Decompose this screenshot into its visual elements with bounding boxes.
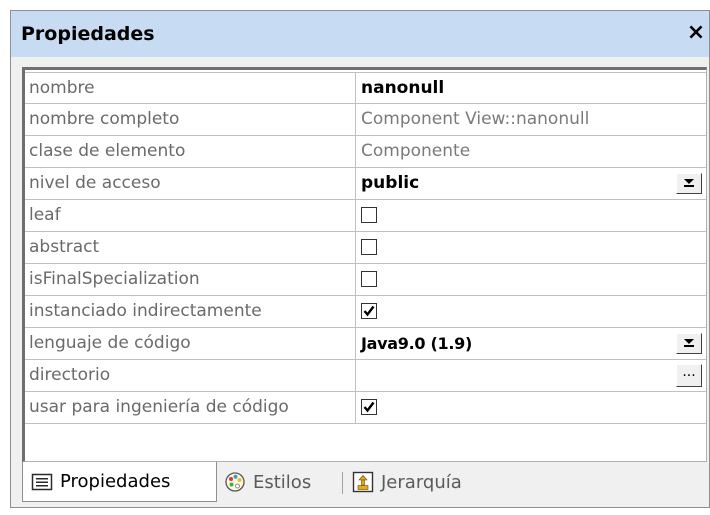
property-value-clase-de-elemento: Componente — [361, 141, 471, 161]
property-value-nombre-completo: Component View::nanonull — [361, 109, 590, 129]
code-language-dropdown-button[interactable] — [676, 333, 702, 354]
properties-window: Propiedades × nombre nanonull nombre com… — [10, 10, 710, 508]
property-row-instanciado-indirectamente: instanciado indirectamente — [25, 296, 706, 328]
property-value-isfinalspecialization — [356, 264, 706, 295]
access-level-select[interactable]: public — [356, 168, 706, 199]
property-label: isFinalSpecialization — [25, 264, 356, 295]
property-row-nombre-completo: nombre completo Component View::nanonull — [25, 104, 706, 136]
tab-estilos[interactable]: Estilos — [224, 462, 311, 502]
access-level-dropdown-button[interactable] — [676, 173, 702, 194]
property-row-nivel-de-acceso: nivel de acceso public — [25, 168, 706, 200]
list-icon — [31, 471, 53, 493]
isfinalspecialization-checkbox[interactable] — [361, 271, 377, 287]
property-label: instanciado indirectamente — [25, 296, 356, 327]
bottom-tab-bar: Propiedades Estilos Jerarquía — [22, 462, 707, 506]
property-row-leaf: leaf — [25, 200, 706, 232]
property-label: nombre — [25, 73, 356, 103]
tab-label: Jerarquía — [381, 471, 462, 493]
property-label: lenguaje de código — [25, 328, 356, 359]
property-row-usar-para-ingenieria: usar para ingeniería de código — [25, 392, 706, 424]
hierarchy-icon — [352, 471, 374, 493]
leaf-checkbox[interactable] — [361, 207, 377, 223]
property-value-leaf — [356, 200, 706, 231]
code-language-select[interactable]: Java9.0 (1.9) — [356, 328, 706, 359]
checkmark-icon — [363, 401, 375, 413]
property-label: abstract — [25, 232, 356, 263]
abstract-checkbox[interactable] — [361, 239, 377, 255]
chevron-down-icon — [684, 339, 694, 347]
code-language-value: Java9.0 (1.9) — [361, 334, 472, 353]
property-label: nivel de acceso — [25, 168, 356, 199]
property-label: directorio — [25, 360, 356, 391]
checkmark-icon — [363, 305, 375, 317]
usar-para-ingenieria-checkbox[interactable] — [361, 399, 377, 415]
tab-divider — [342, 472, 343, 494]
property-value-instanciado-indirectamente — [356, 296, 706, 327]
property-grid: nombre nanonull nombre completo Componen… — [22, 67, 707, 462]
property-value-nombre[interactable]: nanonull — [356, 73, 706, 103]
property-row-nombre: nombre nanonull — [25, 72, 706, 104]
property-label: clase de elemento — [25, 136, 356, 167]
property-label: nombre completo — [25, 104, 356, 135]
chevron-down-icon — [684, 179, 694, 187]
tab-label: Estilos — [253, 471, 312, 493]
property-value-abstract — [356, 232, 706, 263]
tab-jerarquia[interactable]: Jerarquía — [352, 462, 462, 502]
property-row-clase-de-elemento: clase de elemento Componente — [25, 136, 706, 168]
browse-directory-button[interactable]: ... — [676, 364, 702, 387]
property-label: usar para ingeniería de código — [25, 392, 356, 423]
property-row-abstract: abstract — [25, 232, 706, 264]
access-level-value: public — [361, 173, 420, 193]
property-value-usar-para-ingenieria — [356, 392, 706, 423]
tab-label: Propiedades — [60, 471, 171, 492]
property-row-directorio: directorio ... — [25, 360, 706, 392]
panel-title: Propiedades — [21, 23, 155, 45]
close-button[interactable]: × — [685, 21, 707, 47]
directory-field[interactable]: ... — [356, 360, 706, 391]
property-row-lenguaje-de-codigo: lenguaje de código Java9.0 (1.9) — [25, 328, 706, 360]
property-label: leaf — [25, 200, 356, 231]
property-rows: nombre nanonull nombre completo Componen… — [25, 72, 706, 424]
palette-icon — [224, 471, 246, 493]
title-bar: Propiedades × — [11, 11, 709, 57]
property-row-isfinalspecialization: isFinalSpecialization — [25, 264, 706, 296]
tab-propiedades[interactable]: Propiedades — [22, 462, 217, 502]
instanciado-indirectamente-checkbox[interactable] — [361, 303, 377, 319]
